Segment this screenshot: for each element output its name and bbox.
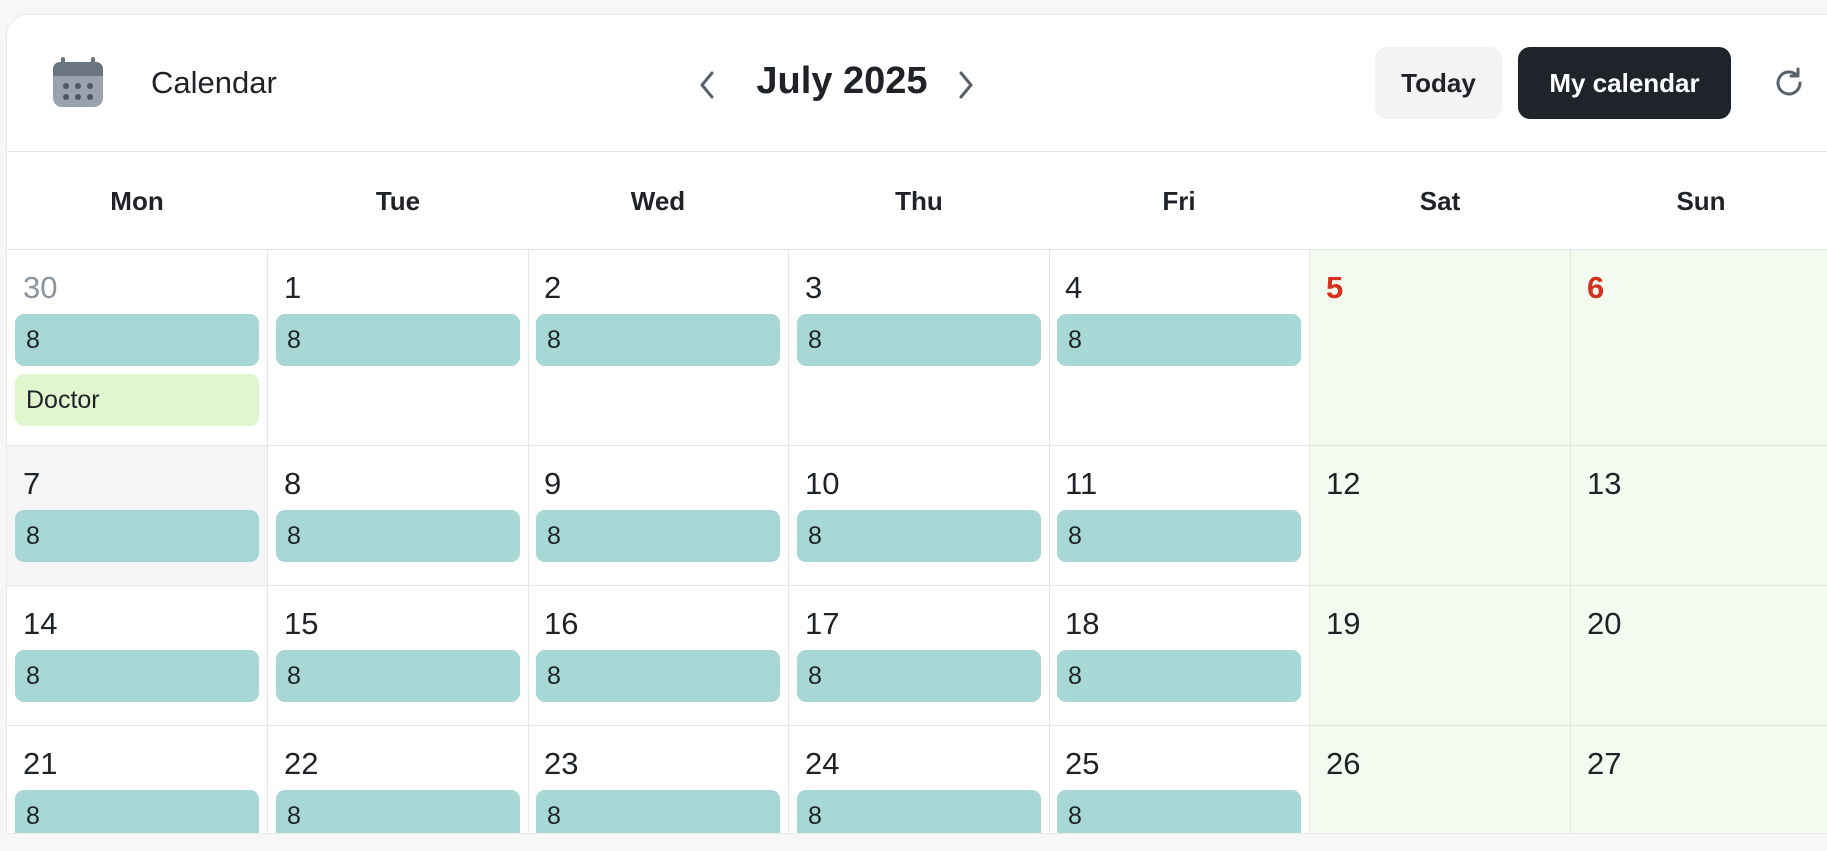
day-number: 6 [1587,270,1605,305]
day-cell[interactable]: 21 8 [7,726,268,833]
day-number: 26 [1326,746,1361,781]
event-hours[interactable]: 8 [536,650,780,702]
event-hours[interactable]: 8 [1057,510,1301,562]
day-cell[interactable]: 13 [1571,446,1827,586]
weekday-label: Sat [1419,185,1461,216]
day-number: 25 [1065,746,1100,781]
day-number: 21 [23,746,58,781]
day-number: 2 [544,270,562,305]
month-grid: 30 8 Doctor 1 8 2 8 3 8 4 8 5 6 7 8 8 8 9 8 10 8 11 8 12 13 14 8 15… [7,250,1827,833]
weekday-label: Thu [895,185,943,216]
day-number: 17 [805,606,840,641]
weekday-label: Mon [110,185,164,216]
day-cell[interactable]: 25 8 [1049,726,1310,833]
day-number: 20 [1587,606,1622,641]
event-hours[interactable]: 8 [1057,790,1301,833]
day-cell[interactable]: 16 8 [528,586,789,726]
day-cell[interactable]: 30 8 Doctor [7,250,268,446]
day-number: 8 [284,466,302,501]
event-hours[interactable]: 8 [797,790,1041,833]
day-number: 22 [284,746,319,781]
day-number: 7 [23,466,41,501]
day-cell[interactable]: 15 8 [268,586,529,726]
event-hours[interactable]: 8 [797,510,1041,562]
chevron-left-icon [700,71,714,99]
day-number: 12 [1326,466,1361,501]
day-number: 18 [1065,606,1100,641]
today-button[interactable]: Today [1375,47,1502,119]
day-cell[interactable]: 28 [528,250,789,446]
event-hours[interactable]: 8 [15,650,259,702]
day-number: 13 [1587,466,1622,501]
day-cell[interactable]: 18 8 [1049,586,1310,726]
day-number: 16 [544,606,579,641]
my-calendar-button[interactable]: My calendar [1518,47,1731,119]
day-number: 9 [544,466,562,501]
event-hours[interactable]: 8 [536,314,780,366]
weekday-label: Fri [1162,185,1196,216]
event-hours[interactable]: 8 [797,314,1041,366]
refresh-button[interactable] [1767,61,1811,105]
day-cell[interactable]: 11 8 [1049,446,1310,586]
day-cell[interactable]: 10 8 [789,446,1050,586]
day-cell[interactable]: 78 [7,446,268,586]
weekday-label: Wed [630,185,686,216]
day-number: 23 [544,746,579,781]
day-cell[interactable]: 18 [268,250,529,446]
event-hours[interactable]: 8 [536,790,780,833]
event-hours[interactable]: 8 [15,790,259,833]
day-cell[interactable]: 14 8 [7,586,268,726]
chevron-right-icon [959,71,973,99]
day-number: 14 [23,606,58,641]
day-cell[interactable]: 48 [1049,250,1310,446]
event-hours[interactable]: 8 [276,314,520,366]
calendar-card: Calendar July 2025 Today My calendar Mon… [6,14,1827,834]
calendar-icon [51,55,105,109]
weekday-label: Sun [1676,185,1726,216]
day-cell[interactable]: 6 [1571,250,1827,446]
day-cell[interactable]: 88 [268,446,529,586]
event-hours[interactable]: 8 [15,314,259,366]
event-hours[interactable]: 8 [1057,650,1301,702]
day-cell[interactable]: 20 [1571,586,1827,726]
day-number: 19 [1326,606,1361,641]
event-hours[interactable]: 8 [15,510,259,562]
day-cell[interactable]: 98 [528,446,789,586]
event-hours[interactable]: 8 [1057,314,1301,366]
day-number: 3 [805,270,823,305]
day-number: 10 [805,466,840,501]
day-cell[interactable]: 12 [1310,446,1571,586]
day-cell[interactable]: 26 [1310,726,1571,833]
day-number: 11 [1065,466,1098,501]
event-hours[interactable]: 8 [797,650,1041,702]
event-hours[interactable]: 8 [276,650,520,702]
day-cell[interactable]: 17 8 [789,586,1050,726]
calendar-header: Calendar July 2025 Today My calendar [7,15,1827,152]
prev-month-button[interactable] [690,65,724,105]
app-title: Calendar [151,65,277,100]
day-cell[interactable]: 27 [1571,726,1827,833]
refresh-icon [1776,67,1802,96]
day-number: 27 [1587,746,1622,781]
day-cell[interactable]: 22 8 [268,726,529,833]
day-number: 15 [284,606,319,641]
weekday-label: Tue [375,185,421,216]
month-title: July 2025 [756,60,928,102]
day-cell[interactable]: 38 [789,250,1050,446]
day-number: 1 [284,270,302,305]
event-hours[interactable]: 8 [536,510,780,562]
day-cell[interactable]: 5 [1310,250,1571,446]
day-cell[interactable]: 23 8 [528,726,789,833]
event-hours[interactable]: 8 [276,790,520,833]
event-doctor[interactable]: Doctor [15,374,259,426]
next-month-button[interactable] [949,65,983,105]
day-number: 5 [1326,270,1344,305]
weekday-header: Mon Tue Wed Thu Fri Sat Sun [7,152,1827,250]
day-number: 24 [805,746,840,781]
day-cell[interactable]: 24 8 [789,726,1050,833]
day-number: 30 [23,270,58,305]
event-hours[interactable]: 8 [276,510,520,562]
day-cell[interactable]: 19 [1310,586,1571,726]
day-number: 4 [1065,270,1083,305]
